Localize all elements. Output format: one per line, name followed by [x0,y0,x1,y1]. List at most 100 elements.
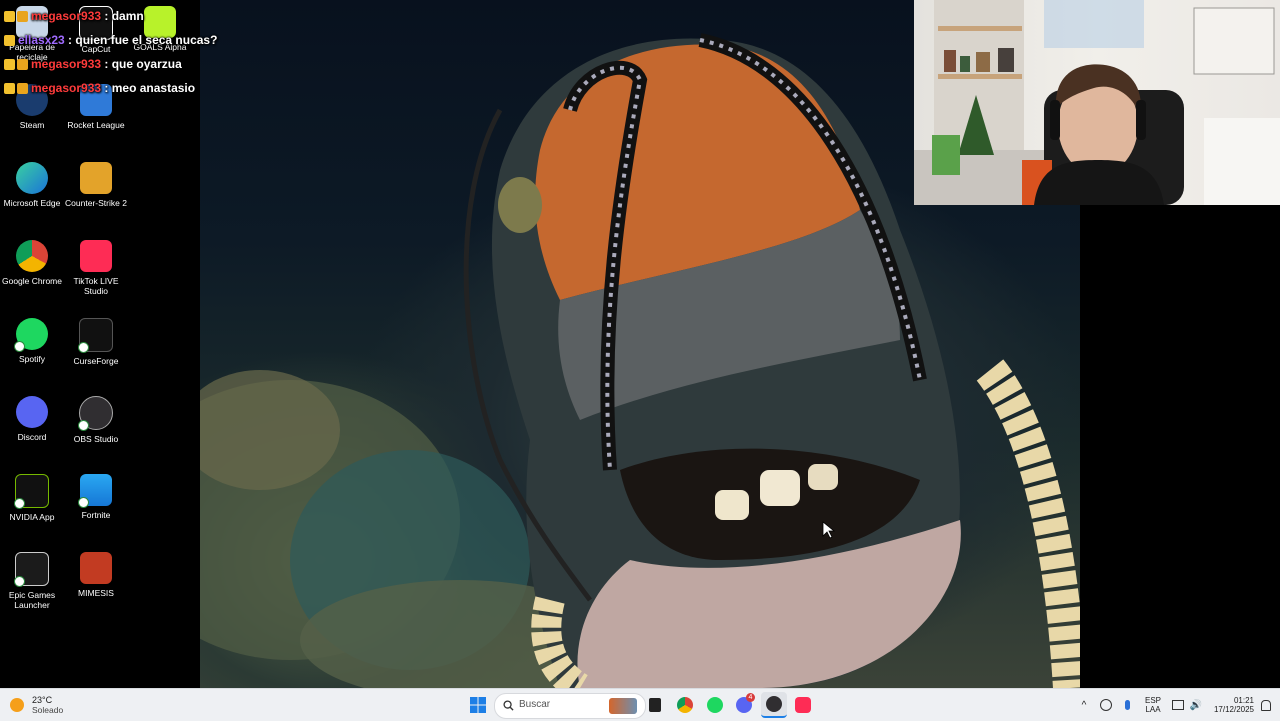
chat-message: ellasx23 : quien fue el seca nucas? [4,28,264,52]
chat-text: quien fue el seca nucas? [75,33,218,47]
clock-date: 17/12/2025 [1213,705,1254,714]
speaker-icon: 🔊 [1189,699,1203,711]
chat-message: megasor933 : damn [4,4,264,28]
start-button[interactable] [466,689,490,721]
desktop-icon-label: Google Chrome [1,276,62,286]
file-explorer-icon [649,698,661,712]
taskbar: 23°C Soleado Buscar 4 ^ ESP LAA 🔊 01:21 … [0,688,1280,721]
bell-icon [1261,699,1271,711]
desktop-icon-label: Rocket League [67,120,125,130]
chat-separator: : [101,81,112,95]
chat-username: megasor933 [31,9,102,23]
taskbar-obs[interactable] [761,692,787,718]
keyboard-layout: LAA [1145,705,1161,714]
tiktok-icon [80,240,112,272]
taskbar-tiktok-live[interactable] [790,692,816,718]
microphone-icon [1124,700,1130,710]
taskbar-chrome[interactable] [672,692,698,718]
epic-games-icon [14,552,49,587]
tray-volume-button[interactable]: 🔊 [1188,689,1204,721]
search-placeholder: Buscar [519,699,551,710]
desktop-icon-label: Discord [17,432,47,442]
badge-icon [4,10,15,22]
discord-icon [16,396,48,428]
notification-badge: 4 [746,693,755,702]
desktop-icon-label: Counter-Strike 2 [65,198,127,208]
chat-separator: : [101,9,112,23]
taskbar-search[interactable]: Buscar [494,693,646,719]
desktop-icon-label: MIMESIS [78,588,114,598]
webcam-overlay [914,0,1280,205]
taskbar-spotify[interactable] [702,692,728,718]
tiktok-icon [795,697,811,713]
desktop: Papelera de reciclaje CapCut GOALS Alpha… [0,0,200,688]
chat-badges [4,82,28,94]
weather-widget[interactable]: 23°C Soleado [10,689,80,721]
desktop-icon-epic-games[interactable]: Epic Games Launcher [0,552,64,610]
desktop-icon-curseforge[interactable]: CurseForge [64,318,128,366]
desktop-icon-label: Microsoft Edge [3,198,61,208]
desktop-icon-mimesis[interactable]: MIMESIS [64,552,128,598]
chat-username: ellasx23 [18,33,65,47]
chat-username: megasor933 [31,57,102,71]
chat-text: meo anastasio [111,81,196,95]
chat-text: damn [111,9,144,23]
obs-icon [78,396,113,431]
clock[interactable]: 01:21 17/12/2025 [1208,689,1254,721]
badge-icon [17,82,28,94]
desktop-icon-label: TikTok LIVE Studio [73,276,119,296]
badge-icon [17,10,28,22]
desktop-icon-spotify[interactable]: Spotify [0,318,64,364]
tray-mic-button[interactable] [1119,689,1135,721]
chat-message: megasor933 : meo anastasio [4,76,264,100]
tray-network-button[interactable] [1098,689,1114,721]
desktop-icon-tiktok-live[interactable]: TikTok LIVE Studio [64,240,128,296]
taskbar-file-explorer[interactable] [642,692,668,718]
edge-icon [16,162,48,194]
chat-separator: : [64,33,76,47]
chrome-icon [16,240,48,272]
chat-message: megasor933 : que oyarzua [4,52,264,76]
language-indicator[interactable]: ESP LAA [1140,689,1166,721]
badge-icon [4,58,15,70]
desktop-icon-fortnite[interactable]: Fortnite [64,474,128,520]
spotify-icon [14,318,48,352]
desktop-icon-discord[interactable]: Discord [0,396,64,442]
mimesis-icon [80,552,112,584]
chat-badges [4,10,28,22]
language-code: ESP [1144,696,1161,705]
tray-overflow-button[interactable]: ^ [1076,689,1092,721]
webcam-picture [914,0,1280,205]
fortnite-icon [78,474,112,508]
taskbar-discord[interactable]: 4 [731,692,757,718]
chat-badges [4,58,28,70]
desktop-icon-obs[interactable]: OBS Studio [64,396,128,444]
curseforge-icon [78,318,113,353]
desktop-icon-counter-strike[interactable]: Counter-Strike 2 [64,162,128,208]
desktop-icon-edge[interactable]: Microsoft Edge [0,162,64,208]
desktop-icon-label: OBS Studio [73,434,119,444]
notifications-button[interactable] [1258,689,1274,721]
badge-icon [4,82,15,94]
monitor-icon [1172,700,1184,710]
spotify-icon [707,697,723,713]
search-highlight-icon [609,698,637,714]
chat-text: que oyarzua [111,57,182,71]
chat-badges [4,34,15,46]
nvidia-icon [14,474,49,509]
chrome-icon [677,697,693,713]
windows-icon [470,697,486,713]
desktop-icon-label: Epic Games Launcher [8,590,56,610]
chat-overlay: megasor933 : damn ellasx23 : quien fue e… [4,4,264,100]
badge-icon [17,58,28,70]
black-region [1080,205,1280,688]
desktop-icon-label: Spotify [19,354,45,364]
desktop-icon-label: CurseForge [73,356,119,366]
tray-display-button[interactable] [1170,689,1186,721]
chat-separator: : [101,57,112,71]
desktop-icon-chrome[interactable]: Google Chrome [0,240,64,286]
counter-strike-icon [80,162,112,194]
network-icon [1100,699,1112,711]
obs-icon [766,696,782,712]
desktop-icon-nvidia[interactable]: NVIDIA App [0,474,64,522]
